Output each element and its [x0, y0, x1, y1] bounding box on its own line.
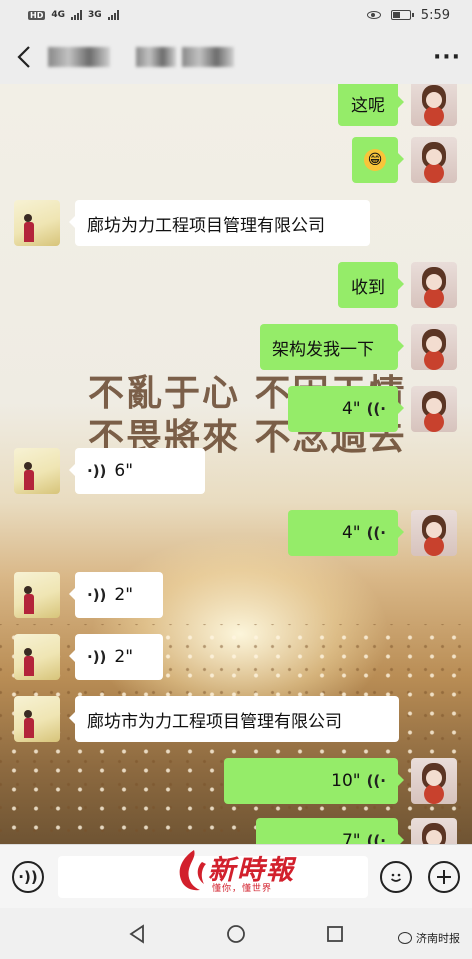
chat-header: ··· [0, 30, 472, 84]
redacted-block [48, 47, 110, 67]
voice-duration: 4" [341, 399, 361, 419]
my-avatar[interactable] [411, 510, 457, 556]
voice-message-bubble[interactable]: ·)) 6" [69, 448, 205, 494]
contact-avatar[interactable] [14, 448, 60, 494]
voice-message-bubble[interactable]: 10" ((· [224, 758, 404, 804]
my-avatar[interactable] [411, 84, 457, 126]
clock: 5:59 [420, 7, 450, 23]
my-avatar[interactable] [411, 137, 457, 183]
voice-wave-icon: ·)) [87, 462, 107, 480]
message-row: 这呢 [0, 84, 472, 134]
voice-duration: 7" [341, 831, 361, 844]
signal-bars-icon [71, 10, 82, 20]
message-row: ·)) 6" [0, 448, 472, 502]
nav-back-triangle-icon[interactable] [127, 924, 147, 944]
nav-home-circle-icon[interactable] [226, 924, 246, 944]
voice-icon: ·)) [18, 868, 38, 886]
plus-button[interactable] [428, 861, 460, 893]
voice-duration: 2" [114, 647, 134, 667]
message-row: 10" ((· [0, 758, 472, 812]
message-row: 4" ((· [0, 510, 472, 564]
my-avatar[interactable] [411, 818, 457, 844]
voice-message-bubble[interactable]: ·)) 2" [69, 572, 163, 618]
nav-recents-square-icon[interactable] [325, 924, 345, 944]
chat-area[interactable]: 不亂于心 不困于情 不畏將來 不念過去 这呢 😁 廊坊为力工程项目管理有限公司 … [0, 84, 472, 844]
message-row: 廊坊为力工程项目管理有限公司 [0, 200, 472, 254]
message-bubble[interactable]: 架构发我一下 [260, 324, 404, 370]
grin-emoji-icon: 😁 [364, 149, 386, 171]
redacted-block [136, 47, 176, 67]
eye-comfort-icon [366, 11, 381, 19]
message-row: ·)) 2" [0, 634, 472, 688]
message-bubble[interactable]: 收到 [338, 262, 404, 308]
signal-4g-label: 4G [51, 10, 65, 20]
message-bubble[interactable]: 这呢 [338, 84, 404, 126]
redacted-block [182, 47, 234, 67]
watermark-slogan: 懂你，懂世界 [212, 884, 273, 894]
my-avatar[interactable] [411, 262, 457, 308]
more-options-button[interactable]: ··· [422, 30, 472, 84]
my-avatar[interactable] [411, 386, 457, 432]
signal-3g-label: 3G [88, 10, 102, 20]
message-row: 😁 [0, 137, 472, 191]
voice-message-bubble[interactable]: 7" ((· [256, 818, 404, 844]
voice-wave-icon: ((· [366, 524, 386, 542]
chat-title-redacted [48, 47, 234, 67]
contact-avatar[interactable] [14, 696, 60, 742]
wechat-icon [398, 932, 412, 944]
source-watermark: 济南时报 [398, 930, 460, 946]
message-row: 4" ((· [0, 386, 472, 440]
voice-duration: 4" [341, 523, 361, 543]
voice-duration: 10" [331, 771, 361, 791]
voice-message-bubble[interactable]: 4" ((· [288, 510, 404, 556]
voice-message-bubble[interactable]: ·)) 2" [69, 634, 163, 680]
message-row: 廊坊市为力工程项目管理有限公司 [0, 696, 472, 750]
signal-bars-icon [107, 10, 119, 20]
emoji-icon [390, 873, 402, 882]
flame-logo-icon [179, 850, 206, 891]
message-bubble[interactable]: 廊坊市为力工程项目管理有限公司 [69, 696, 399, 742]
voice-duration: 2" [114, 585, 134, 605]
emoji-bubble[interactable]: 😁 [352, 137, 404, 183]
back-button[interactable] [4, 30, 44, 84]
battery-icon [390, 10, 414, 20]
voice-wave-icon: ·)) [87, 586, 107, 604]
contact-avatar[interactable] [14, 634, 60, 680]
chevron-left-icon [17, 46, 30, 68]
voice-input-toggle-button[interactable]: ·)) [12, 861, 44, 893]
message-row: ·)) 2" [0, 572, 472, 626]
my-avatar[interactable] [411, 324, 457, 370]
my-avatar[interactable] [411, 758, 457, 804]
emoji-button[interactable] [380, 861, 412, 893]
voice-wave-icon: ((· [366, 772, 386, 790]
message-row: 收到 [0, 262, 472, 316]
message-row: 7" ((· [0, 818, 472, 844]
contact-avatar[interactable] [14, 200, 60, 246]
voice-message-bubble[interactable]: 4" ((· [288, 386, 404, 432]
voice-duration: 6" [114, 461, 134, 481]
status-bar: HD 4G 3G 5:59 [0, 0, 472, 30]
source-label: 济南时报 [416, 932, 460, 945]
message-bubble[interactable]: 廊坊为力工程项目管理有限公司 [69, 200, 370, 246]
hd-badge: HD [28, 10, 46, 20]
voice-wave-icon: ·)) [87, 648, 107, 666]
plus-icon [437, 870, 451, 884]
network-indicators: HD 4G 3G [28, 10, 119, 20]
contact-avatar[interactable] [14, 572, 60, 618]
voice-wave-icon: ((· [366, 400, 386, 418]
newspaper-watermark: 新時報 懂你，懂世界 [174, 848, 334, 894]
message-row: 架构发我一下 [0, 324, 472, 378]
voice-wave-icon: ((· [366, 832, 386, 844]
